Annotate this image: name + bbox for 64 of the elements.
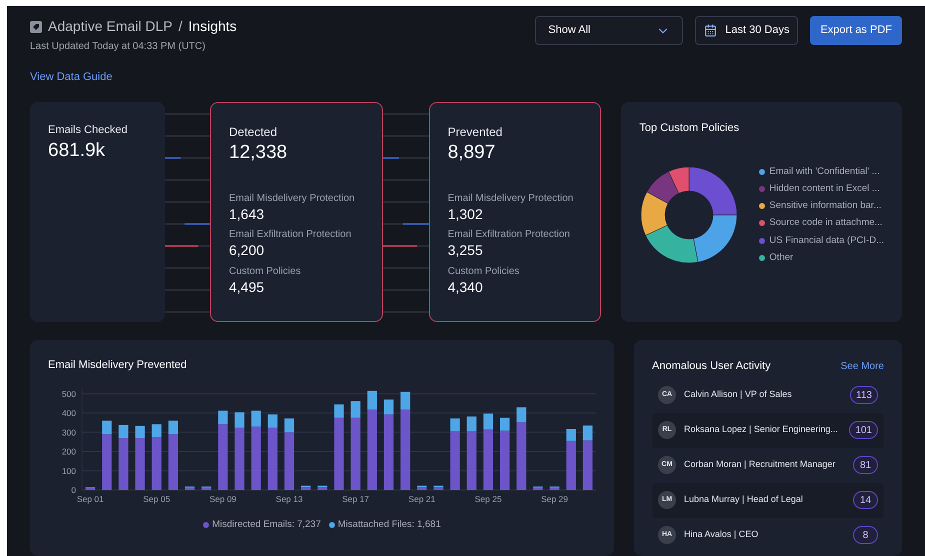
card-title: Top Custom Policies — [639, 121, 740, 136]
stat-item-value: 1,302 — [448, 206, 484, 224]
stat-item-value: 3,255 — [448, 242, 484, 260]
card-title: Anomalous User Activity — [652, 359, 771, 374]
y-tick-label: 100 — [62, 465, 76, 476]
see-more-link[interactable]: See More — [840, 358, 884, 374]
y-tick-label: 500 — [62, 388, 76, 398]
x-tick-label: Sep 25 — [474, 494, 502, 504]
x-tick-label: Sep 13 — [276, 494, 303, 504]
stat-item-label: Email Exfiltration Protection — [448, 228, 571, 242]
stat-label: Detected — [229, 124, 278, 141]
filter-dropdown[interactable]: Show All — [535, 16, 684, 45]
x-tick-label: Sep 09 — [209, 494, 236, 504]
stat-label: Prevented — [448, 124, 504, 141]
legend-label: Sensitive information bar... — [769, 199, 882, 213]
stat-item-value: 4,340 — [448, 278, 484, 296]
x-tick-label: Sep 29 — [541, 494, 568, 504]
user-name: Roksana Lopez | Senior Engineering... — [684, 423, 839, 436]
legend-label: US Financial data (PCI-D... — [769, 234, 884, 248]
activity-count-badge: 8 — [853, 526, 878, 544]
activity-count-badge: 101 — [849, 421, 878, 439]
legend-label: Other — [769, 250, 794, 265]
stat-item-value: 1,643 — [229, 206, 266, 224]
stat-item-label: Custom Policies — [229, 264, 302, 279]
x-tick-label: Sep 17 — [342, 494, 370, 504]
legend-label: Misattached Files: 1,681 — [338, 518, 441, 532]
stat-value: 12,338 — [229, 141, 288, 165]
calendar-icon — [704, 24, 718, 37]
stat-item-label: Email Misdelivery Protection — [229, 192, 356, 206]
user-name: Lubna Murray | Head of Legal — [684, 493, 804, 506]
stat-item-label: Email Misdelivery Protection — [448, 192, 574, 206]
y-tick-label: 400 — [62, 408, 76, 418]
legend-label: Misdirected Emails: 7,237 — [212, 518, 321, 532]
stat-value: 8,897 — [448, 141, 496, 165]
activity-count-badge: 81 — [853, 456, 878, 474]
stat-value: 681.9k — [48, 138, 106, 162]
export-pdf-button[interactable]: Export as PDF — [810, 16, 902, 45]
activity-count-badge: 113 — [850, 386, 878, 404]
y-tick-label: 300 — [62, 426, 76, 437]
x-tick-label: Sep 01 — [76, 494, 104, 504]
user-name: Calvin Allison | VP of Sales — [684, 388, 793, 402]
legend-label: Hidden content in Excel ... — [769, 182, 880, 196]
stat-item-label: Email Exfiltration Protection — [229, 228, 352, 242]
y-tick-label: 0 — [71, 484, 76, 494]
breadcrumb-product[interactable]: Adaptive Email DLP — [48, 16, 173, 37]
date-range-button[interactable]: Last 30 Days — [695, 16, 798, 45]
legend-label: Email with 'Confidential' ... — [769, 164, 880, 178]
tag-icon — [30, 20, 42, 32]
x-tick-label: Sep 21 — [408, 494, 436, 504]
user-name: Corban Moran | Recruitment Manager — [684, 458, 836, 472]
card-title: Email Misdelivery Prevented — [48, 358, 188, 373]
last-updated-text: Last Updated Today at 04:33 PM (UTC) — [30, 40, 206, 54]
stat-item-value: 6,200 — [229, 242, 266, 260]
activity-count-badge: 14 — [853, 491, 878, 509]
page-title: Insights — [188, 17, 237, 36]
breadcrumb-separator: / — [178, 17, 182, 36]
view-data-guide-link[interactable]: View Data Guide — [30, 71, 112, 83]
stat-item-value: 4,495 — [229, 278, 266, 296]
y-tick-label: 200 — [62, 446, 76, 456]
user-name: Hina Avalos | CEO — [684, 528, 760, 542]
legend-label: Source code in attachme... — [769, 216, 882, 230]
stat-item-label: Custom Policies — [448, 264, 520, 279]
stat-label: Emails Checked — [48, 123, 128, 138]
x-tick-label: Sep 05 — [143, 494, 170, 504]
